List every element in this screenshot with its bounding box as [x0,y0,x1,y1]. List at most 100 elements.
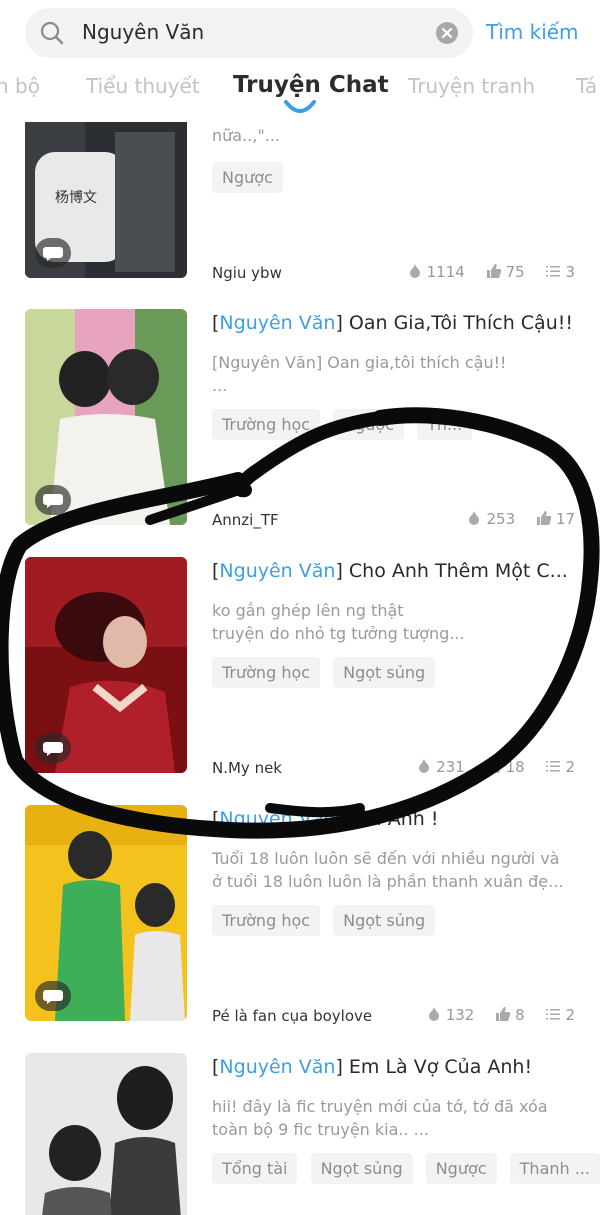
flame-icon [469,511,480,525]
views-count: 1114 [426,263,465,281]
tab-more[interactable]: Tá [576,74,597,98]
likes-stat: 17 [536,510,575,528]
story-cover[interactable] [25,557,187,773]
tag[interactable]: Thanh ... [509,1153,600,1184]
likes-count: 75 [505,263,525,281]
tag[interactable]: Ngược [212,162,283,193]
story-description: Tuổi 18 luôn luôn sẽ đến với nhiều người… [212,847,577,893]
tag[interactable]: Ngược [425,1153,497,1184]
search-input[interactable]: Nguyên Văn [82,20,204,44]
title-keyword: Nguyên Văn [219,1056,336,1078]
views-stat: 231 [416,758,465,776]
author-name[interactable]: N.My nek [212,759,282,777]
story-title[interactable]: [Nguyên Văn] Oan Gia,Tôi Thích Cậu!! [212,312,582,334]
views-stat: 132 [426,1006,475,1024]
list-item[interactable]: [Nguyên Văn] Oan Gia,Tôi Thích Cậu!! [Ng… [0,309,600,557]
description-line: ở tuổi 18 luôn luôn là phần thanh xuân đ… [212,872,564,891]
search-bar[interactable]: Nguyên Văn [25,8,473,58]
story-stats: 231 18 2 [400,758,575,776]
tag-list: Tổng tài Ngọt sủng Ngược Thanh ... [212,1153,600,1184]
views-stat: 1114 [407,263,465,281]
tag[interactable]: Ngọt sủng [310,1153,413,1184]
author-name[interactable]: Pé là fan cụa boylove [212,1007,372,1025]
views-count: 231 [436,758,465,776]
story-stats: 132 8 2 [410,1006,575,1024]
description-line: [Nguyên Văn] Oan gia,tôi thích cậu!! [212,353,507,372]
search-header: Nguyên Văn Tìm kiếm n bộ Tiểu thuyết Tru… [0,0,600,122]
likes-count: 8 [515,1006,525,1024]
tag[interactable]: Trường học [212,657,321,688]
story-stats: 1114 75 3 [391,263,575,281]
tag[interactable]: Trường học [212,409,321,440]
tag[interactable]: Ngọt sủng [333,657,436,688]
list-item[interactable]: [Nguyên Văn] Em Là Vợ Của Anh! hii! đây … [0,1053,600,1215]
likes-stat: 75 [486,263,525,281]
flame-icon [409,264,420,278]
description-line: nữa..,"... [212,126,280,145]
tag-list: Trường học Ngọt sủng [212,657,443,688]
description-line: toàn bộ 9 fic truyện kia.. ... [212,1120,429,1139]
list-item[interactable]: [Nguyên Văn] Yêu Anh ! Tuổi 18 luôn luôn… [0,805,600,1053]
tag[interactable]: Th... [417,409,473,440]
title-keyword: Nguyên Văn [219,312,336,334]
chat-story-badge [35,981,71,1011]
chapters-stat: 2 [545,1006,575,1024]
chapters-count: 3 [565,263,575,281]
title-text: Em Là Vợ Của Anh! [342,1056,533,1078]
svg-text:杨博文: 杨博文 [55,189,97,206]
thumbs-up-icon [536,511,552,525]
chat-story-badge [35,733,71,763]
author-name[interactable]: Ngiu ybw [212,264,282,282]
tag[interactable]: Trường học [212,905,321,936]
story-description: nữa..,"... [212,124,577,147]
tab-chat-story[interactable]: Truyện Chat [233,72,389,98]
chat-story-badge [35,485,71,515]
chapters-stat: 2 [545,758,575,776]
story-cover[interactable] [25,1053,187,1215]
tab-novel[interactable]: Tiểu thuyết [86,74,200,98]
chapters-stat: 3 [545,263,575,281]
story-cover[interactable] [25,805,187,1021]
title-text: Yêu Anh ! [342,808,439,830]
story-title[interactable]: [Nguyên Văn] Cho Anh Thêm Một C... [212,560,582,582]
thumbs-up-icon [496,1007,511,1021]
likes-count: 17 [555,510,575,528]
active-tab-indicator [284,100,316,113]
story-title[interactable]: [Nguyên Văn] Yêu Anh ! [212,808,582,830]
description-line: ... [212,376,228,395]
title-text: Cho Anh Thêm Một C... [342,560,568,582]
tag-list: Trường học Ngược Th... [212,409,480,440]
story-cover[interactable] [25,309,187,525]
author-name[interactable]: Annzi_TF [212,511,279,529]
search-icon [40,21,64,45]
list-icon [546,761,561,772]
story-description: ko gắn ghép lên ng thật truyện do nhỏ tg… [212,599,577,645]
flame-icon [428,1007,439,1021]
chapters-count: 2 [565,758,575,776]
description-line: Tuổi 18 luôn luôn sẽ đến với nhiều người… [212,849,560,868]
tag[interactable]: Tổng tài [212,1153,298,1184]
views-count: 132 [445,1006,475,1024]
description-line: ko gắn ghép lên ng thật [212,601,404,620]
thumbs-up-icon [486,759,501,773]
clear-icon[interactable] [435,21,459,45]
tab-comic[interactable]: Truyện tranh [408,74,535,98]
search-button[interactable]: Tìm kiếm [486,20,579,44]
chat-bubble-icon [43,742,63,756]
chapters-count: 2 [565,1006,575,1024]
tab-all[interactable]: n bộ [0,74,40,98]
views-count: 253 [486,510,516,528]
chat-bubble-icon [43,990,63,1004]
description-line: truyện do nhỏ tg tưởng tượng... [212,624,465,643]
title-text: Oan Gia,Tôi Thích Cậu!! [342,312,573,334]
title-keyword: Nguyên Văn [219,808,336,830]
description-line: hii! đây là fic truyện mới của tớ, tớ đã… [212,1097,548,1116]
tag[interactable]: Ngọt sủng [333,905,436,936]
thumbs-up-icon [486,264,501,278]
story-description: hii! đây là fic truyện mới của tớ, tớ đã… [212,1095,577,1141]
list-item[interactable]: [Nguyên Văn] Cho Anh Thêm Một C... ko gắ… [0,557,600,805]
list-icon [546,266,561,277]
likes-count: 18 [505,758,525,776]
story-title[interactable]: [Nguyên Văn] Em Là Vợ Của Anh! [212,1056,582,1078]
tag[interactable]: Ngược [333,409,404,440]
